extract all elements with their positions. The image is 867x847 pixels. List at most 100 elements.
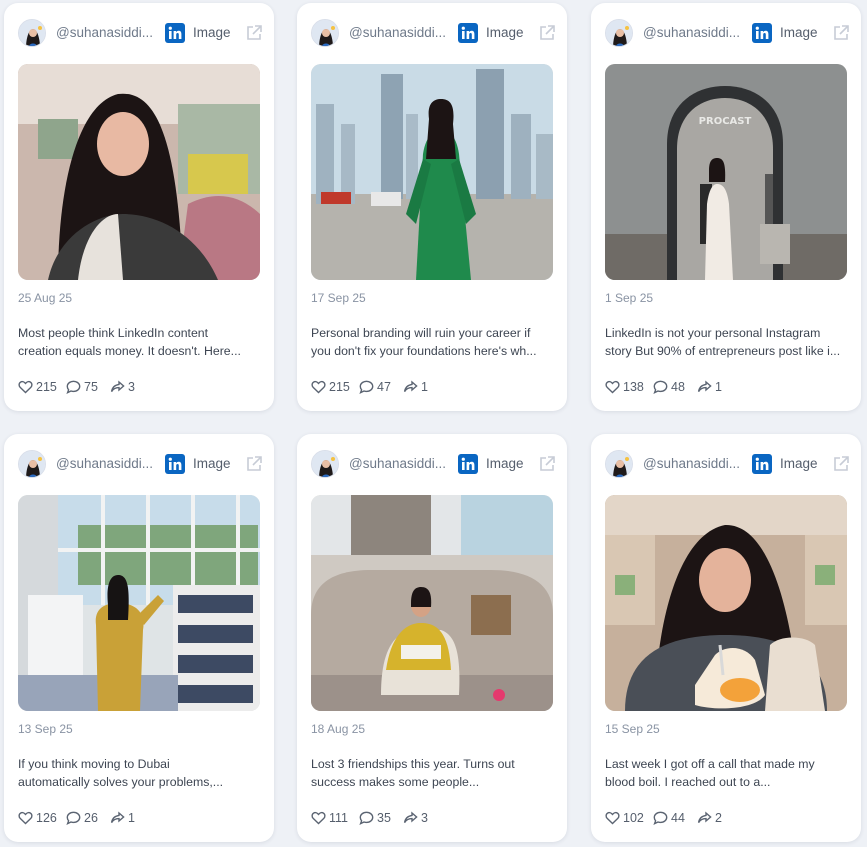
mirror-sign-text: PROCAST <box>699 116 752 127</box>
post-type-label: Image <box>486 25 524 40</box>
engagement-stats: 138 48 1 <box>605 378 847 396</box>
post-card[interactable]: @suhanasiddi... Image 25 Aug 25 Most peo… <box>4 3 274 411</box>
post-image[interactable]: PROCAST <box>605 64 847 280</box>
post-header: @suhanasiddi... Image <box>18 450 262 478</box>
post-text: Most people think LinkedIn content creat… <box>18 324 260 360</box>
post-text-line: Lost 3 friendships this year. Turns out <box>311 757 515 771</box>
post-card[interactable]: @suhanasiddi... Image 13 Sep 25 If you t… <box>4 434 274 842</box>
post-text-line: automatically solves your problems,... <box>18 775 224 789</box>
linkedin-icon <box>752 454 772 474</box>
author-handle[interactable]: @suhanasiddi... <box>643 25 745 40</box>
comments-count: 75 <box>84 380 98 394</box>
share-icon <box>403 811 418 823</box>
post-card[interactable]: @suhanasiddi... Image PROCAST 1 Sep 25 L… <box>591 3 861 411</box>
post-text-line: success makes some people... <box>311 775 480 789</box>
post-card[interactable]: @suhanasiddi... Image 17 Sep 25 Personal… <box>297 3 567 411</box>
comment-icon <box>66 380 81 394</box>
avatar[interactable] <box>311 19 339 47</box>
post-text-line: story But 90% of entrepreneurs post like… <box>605 344 841 358</box>
comments-count: 35 <box>377 811 391 825</box>
post-image[interactable] <box>18 64 260 280</box>
shares-count: 1 <box>128 811 135 825</box>
external-link-icon[interactable] <box>831 454 851 474</box>
post-text: If you think moving to Dubai automatical… <box>18 755 260 791</box>
likes-count: 215 <box>329 380 350 394</box>
post-image[interactable] <box>311 64 553 280</box>
post-header: @suhanasiddi... Image <box>311 450 555 478</box>
share-icon <box>110 380 125 392</box>
external-link-icon[interactable] <box>537 454 557 474</box>
share-icon <box>403 380 418 392</box>
author-handle[interactable]: @suhanasiddi... <box>349 25 451 40</box>
external-link-icon[interactable] <box>244 454 264 474</box>
post-text-line: If you think moving to Dubai <box>18 757 170 771</box>
comment-icon <box>359 380 374 394</box>
linkedin-icon <box>458 454 478 474</box>
linkedin-icon <box>752 23 772 43</box>
engagement-stats: 215 75 3 <box>18 378 260 396</box>
share-icon <box>110 811 125 823</box>
engagement-stats: 215 47 1 <box>311 378 553 396</box>
author-handle[interactable]: @suhanasiddi... <box>349 456 451 471</box>
post-card[interactable]: @suhanasiddi... Image 18 Aug 25 Lost 3 f… <box>297 434 567 842</box>
post-text-line: you don't fix your foundations here's wh… <box>311 344 537 358</box>
post-header: @suhanasiddi... Image <box>605 450 849 478</box>
post-text: Personal branding will ruin your career … <box>311 324 553 360</box>
post-image[interactable] <box>18 495 260 711</box>
engagement-stats: 126 26 1 <box>18 809 260 827</box>
heart-icon <box>18 380 33 394</box>
linkedin-icon <box>165 454 185 474</box>
comment-icon <box>359 811 374 825</box>
post-text: Last week I got off a call that made my … <box>605 755 847 791</box>
comment-icon <box>66 811 81 825</box>
author-handle[interactable]: @suhanasiddi... <box>643 456 745 471</box>
avatar[interactable] <box>18 19 46 47</box>
post-type-label: Image <box>193 25 231 40</box>
post-text-line: Most people think LinkedIn content <box>18 326 209 340</box>
post-card[interactable]: @suhanasiddi... Image 15 Sep 25 Last wee… <box>591 434 861 842</box>
post-header: @suhanasiddi... Image <box>605 19 849 47</box>
post-date: 17 Sep 25 <box>311 291 366 305</box>
heart-icon <box>311 811 326 825</box>
post-date: 13 Sep 25 <box>18 722 73 736</box>
post-text-line: creation equals money. It doesn't. Here.… <box>18 344 241 358</box>
post-image[interactable] <box>311 495 553 711</box>
post-type-label: Image <box>780 456 818 471</box>
post-header: @suhanasiddi... Image <box>311 19 555 47</box>
likes-count: 138 <box>623 380 644 394</box>
heart-icon <box>605 380 620 394</box>
avatar[interactable] <box>605 19 633 47</box>
shares-count: 1 <box>715 380 722 394</box>
likes-count: 102 <box>623 811 644 825</box>
avatar[interactable] <box>605 450 633 478</box>
author-handle[interactable]: @suhanasiddi... <box>56 25 158 40</box>
post-grid: @suhanasiddi... Image 25 Aug 25 Most peo… <box>0 0 867 847</box>
post-date: 15 Sep 25 <box>605 722 660 736</box>
comments-count: 47 <box>377 380 391 394</box>
share-icon <box>697 811 712 823</box>
post-text-line: Last week I got off a call that made my <box>605 757 815 771</box>
heart-icon <box>18 811 33 825</box>
post-text-line: blood boil. I reached out to a... <box>605 775 771 789</box>
linkedin-icon <box>165 23 185 43</box>
post-text: LinkedIn is not your personal Instagram … <box>605 324 847 360</box>
post-text-line: Personal branding will ruin your career … <box>311 326 531 340</box>
shares-count: 2 <box>715 811 722 825</box>
shares-count: 3 <box>421 811 428 825</box>
post-type-label: Image <box>486 456 524 471</box>
shares-count: 1 <box>421 380 428 394</box>
post-image[interactable] <box>605 495 847 711</box>
heart-icon <box>605 811 620 825</box>
external-link-icon[interactable] <box>537 23 557 43</box>
likes-count: 215 <box>36 380 57 394</box>
comment-icon <box>653 380 668 394</box>
external-link-icon[interactable] <box>831 23 851 43</box>
avatar[interactable] <box>311 450 339 478</box>
comments-count: 26 <box>84 811 98 825</box>
author-handle[interactable]: @suhanasiddi... <box>56 456 158 471</box>
engagement-stats: 102 44 2 <box>605 809 847 827</box>
external-link-icon[interactable] <box>244 23 264 43</box>
post-type-label: Image <box>193 456 231 471</box>
post-text-line: LinkedIn is not your personal Instagram <box>605 326 821 340</box>
avatar[interactable] <box>18 450 46 478</box>
